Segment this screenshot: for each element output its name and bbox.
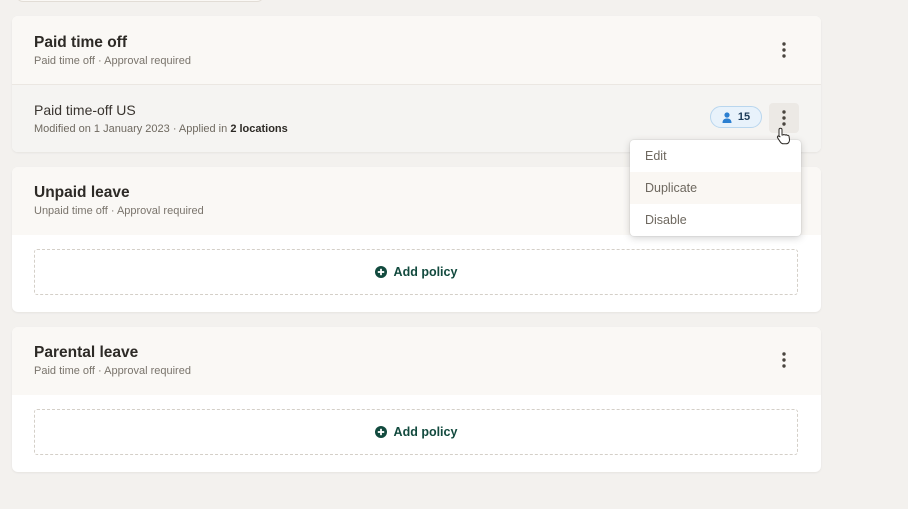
- section-parental-leave: Parental leave Paid time off · Approval …: [12, 327, 821, 472]
- add-circle-icon: [374, 266, 387, 278]
- employee-count: 15: [737, 111, 751, 123]
- add-policy-label: Add policy: [393, 425, 458, 439]
- section-subtitle: Unpaid time off · Approval required: [34, 205, 204, 217]
- add-policy-button[interactable]: Add policy: [34, 249, 798, 295]
- section-subtitle: Paid time off · Approval required: [34, 365, 191, 377]
- employee-count-badge[interactable]: 15: [710, 106, 762, 128]
- policy-modified: Modified on 1 January 2023 · Applied in: [34, 123, 231, 135]
- policy-meta: Modified on 1 January 2023 · Applied in …: [34, 123, 288, 135]
- policy-actions-menu: Edit Duplicate Disable: [630, 140, 801, 236]
- section-header: Paid time off Paid time off · Approval r…: [12, 16, 821, 84]
- policy-name: Paid time-off US: [34, 102, 136, 118]
- add-policy-label: Add policy: [393, 265, 458, 279]
- add-policy-button[interactable]: Add policy: [34, 409, 798, 455]
- policy-locations: 2 locations: [230, 123, 288, 135]
- person-icon: [722, 111, 732, 123]
- hand-pointer-cursor-icon: [776, 127, 791, 145]
- more-vertical-icon: [782, 352, 786, 368]
- section-title: Unpaid leave: [34, 184, 130, 201]
- menu-item-disable[interactable]: Disable: [630, 204, 801, 236]
- section-header: Parental leave Paid time off · Approval …: [12, 327, 821, 395]
- section-subtitle: Paid time off · Approval required: [34, 55, 191, 67]
- more-vertical-icon: [782, 42, 786, 58]
- more-vertical-icon: [782, 110, 786, 126]
- top-tab-stub: [16, 0, 264, 2]
- section-more-button[interactable]: [769, 345, 799, 375]
- section-title: Parental leave: [34, 344, 139, 361]
- menu-item-duplicate[interactable]: Duplicate: [630, 172, 801, 204]
- add-circle-icon: [374, 426, 387, 438]
- section-more-button[interactable]: [769, 35, 799, 65]
- section-title: Paid time off: [34, 34, 128, 51]
- section-paid-time-off: Paid time off Paid time off · Approval r…: [12, 16, 821, 152]
